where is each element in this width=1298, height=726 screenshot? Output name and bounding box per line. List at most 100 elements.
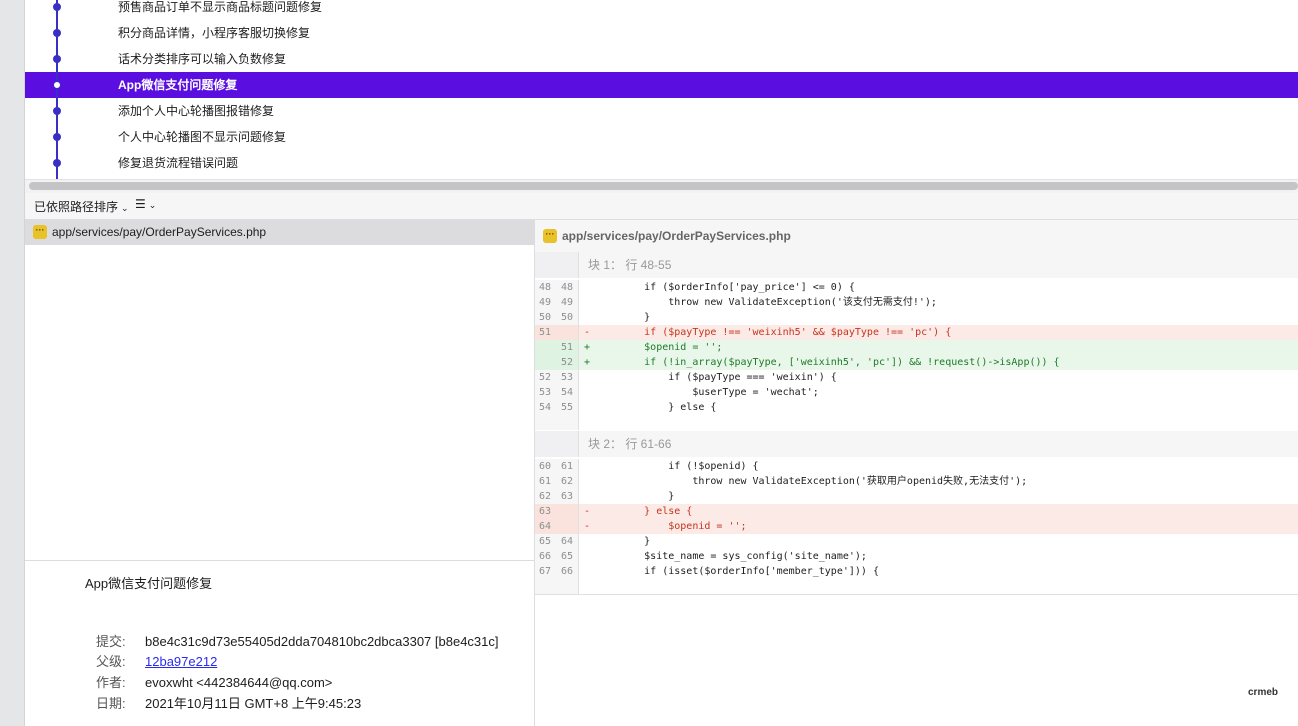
code-text: $openid = ''; — [596, 342, 723, 353]
new-line-number: 55 — [561, 402, 574, 413]
commit-node-icon — [53, 107, 61, 115]
commit-message: 积分商品详情，小程序客服切换修复 — [118, 26, 311, 40]
commit-row[interactable]: 预售商品订单不显示商品标题问题修复 — [25, 0, 1298, 20]
sort-by-path-button[interactable]: 已依照路径排序 ⌄ — [34, 198, 129, 215]
view-options-button[interactable]: ☰ ⌄ — [135, 197, 156, 211]
diff-line: 53 54 $userType = 'wechat'; — [535, 385, 1298, 400]
commit-row[interactable]: 个人中心轮播图不显示问题修复 — [25, 124, 1298, 150]
file-list-item[interactable]: ··· app/services/pay/OrderPayServices.ph… — [25, 220, 535, 245]
diff-line: 62 63 } — [535, 489, 1298, 504]
file-toolbar: 已依照路径排序 ⌄ ☰ ⌄ — [25, 193, 1298, 220]
new-line-number: 49 — [561, 297, 574, 308]
commit-label: 提交: — [96, 634, 126, 649]
diff-line: 61 62 throw new ValidateException('获取用户op… — [535, 474, 1298, 489]
new-line-number: 54 — [561, 387, 574, 398]
branch-graph-line — [56, 0, 58, 180]
file-path: app/services/pay/OrderPayServices.php — [52, 225, 267, 239]
code-text: if (isset($orderInfo['member_type'])) { — [596, 566, 879, 577]
code-text: } else { — [596, 506, 693, 517]
diff-sign: - — [584, 521, 591, 532]
new-line-number: 61 — [561, 461, 574, 472]
old-line-number: 61 — [539, 476, 552, 487]
commit-node-icon — [53, 3, 61, 11]
new-line-number: 53 — [561, 372, 574, 383]
modified-file-icon: ··· — [543, 229, 557, 243]
date-label: 日期: — [96, 696, 126, 711]
commit-list-scrollbar[interactable] — [29, 182, 1298, 190]
changed-files-list: ··· app/services/pay/OrderPayServices.ph… — [25, 220, 535, 560]
new-line-number: 65 — [561, 551, 574, 562]
code-text: } — [596, 312, 651, 323]
commit-row[interactable]: 话术分类排序可以输入负数修复 — [25, 46, 1298, 72]
author-row: 作者: evoxwht <442384644@qq.com> — [96, 672, 332, 691]
hunk-title: 块 2： 行 61-66 — [588, 437, 672, 451]
old-line-number: 62 — [539, 491, 552, 502]
commit-row[interactable]: 添加个人中心轮播图报错修复 — [25, 98, 1298, 124]
commit-message: 话术分类排序可以输入负数修复 — [118, 52, 287, 66]
code-text: if (!$openid) { — [596, 461, 759, 472]
commit-node-icon — [53, 81, 61, 89]
old-line-number: 54 — [539, 402, 552, 413]
date-value: 2021年10月11日 GMT+8 上午9:45:23 — [145, 696, 362, 711]
code-text: if ($orderInfo['pay_price'] <= 0) { — [596, 282, 855, 293]
commit-hash-row: 提交: b8e4c31c9d73e55405d2dda704810bc2dbca3… — [96, 631, 499, 650]
parent-label: 父级: — [96, 654, 126, 669]
diff-line: 49 49 throw new ValidateException('该支付无需支… — [535, 295, 1298, 310]
hunk-spacer — [535, 415, 1298, 430]
commit-message: 个人中心轮播图不显示问题修复 — [118, 130, 287, 144]
commit-history-list: 预售商品订单不显示商品标题问题修复积分商品详情，小程序客服切换修复 话术分类排序可… — [25, 0, 1298, 180]
app-window: 预售商品订单不显示商品标题问题修复积分商品详情，小程序客服切换修复 话术分类排序可… — [0, 0, 1298, 726]
diff-sign: - — [584, 506, 591, 517]
diff-line: 60 61 if (!$openid) { — [535, 459, 1298, 474]
new-line-number: 62 — [561, 476, 574, 487]
hunk-header: 块 2： 行 61-66 — [535, 431, 1298, 457]
old-line-number: 53 — [539, 387, 552, 398]
diff-sign: - — [584, 327, 591, 338]
old-line-number: 67 — [539, 566, 552, 577]
watermark-logo: crmeb — [1247, 687, 1278, 698]
old-line-number: 48 — [539, 282, 552, 293]
diff-line: 64 - $openid = ''; — [535, 519, 1298, 534]
commit-row[interactable]: 积分商品详情，小程序客服切换修复 — [25, 20, 1298, 46]
chevron-down-icon: ⌄ — [121, 203, 129, 213]
diff-line: 67 66 if (isset($orderInfo['member_type']… — [535, 564, 1298, 579]
old-line-number: 66 — [539, 551, 552, 562]
commit-message: 修复退货流程错误问题 — [118, 156, 239, 170]
diff-line: 63 - } else { — [535, 504, 1298, 519]
code-text: $site_name = sys_config('site_name'); — [596, 551, 867, 562]
diff-line: 54 55 } else { — [535, 400, 1298, 415]
new-line-number: 50 — [561, 312, 574, 323]
diff-sign: + — [584, 357, 591, 368]
chevron-down-icon: ⌄ — [148, 200, 157, 210]
diff-line: 52 53 if ($payType === 'weixin') { — [535, 370, 1298, 385]
new-line-number: 48 — [561, 282, 574, 293]
commit-node-icon — [53, 133, 61, 141]
author-label: 作者: — [96, 675, 126, 690]
new-line-number: 51 — [561, 342, 574, 353]
code-text: $userType = 'wechat'; — [596, 387, 819, 398]
old-line-number: 65 — [539, 536, 552, 547]
diff-line: 52 + if (!in_array($payType, ['weixinh5',… — [535, 355, 1298, 370]
code-text: throw new ValidateException('获取用户openid失… — [596, 476, 1028, 487]
commit-subject: App微信支付问题修复 — [85, 576, 213, 591]
code-text: if (!in_array($payType, ['weixinh5', 'pc… — [596, 357, 1060, 368]
old-line-number: 51 — [539, 327, 552, 338]
sort-label: 已依照路径排序 — [34, 200, 119, 214]
code-text: throw new ValidateException('该支付无需支付!'); — [596, 297, 937, 308]
commit-details: App微信支付问题修复 提交: b8e4c31c9d73e55405d2dda70… — [25, 560, 535, 726]
diff-line: 66 65 $site_name = sys_config('site_name'… — [535, 549, 1298, 564]
parent-commit-link[interactable]: 12ba97e212 — [145, 654, 217, 669]
new-line-number: 52 — [561, 357, 574, 368]
commit-node-icon — [53, 29, 61, 37]
code-text: $openid = ''; — [596, 521, 747, 532]
commit-row[interactable]: App微信支付问题修复 — [25, 72, 1298, 98]
parent-row: 父级: 12ba97e212 — [96, 651, 217, 670]
diff-viewer: ··· app/services/pay/OrderPayServices.ph… — [535, 220, 1298, 726]
commit-node-icon — [53, 159, 61, 167]
commit-row[interactable]: 修复退货流程错误问题 — [25, 150, 1298, 176]
hunk-header: 块 1： 行 48-55 — [535, 252, 1298, 278]
left-sidebar-strip — [0, 0, 25, 726]
diff-line: 48 48 if ($orderInfo['pay_price'] <= 0) { — [535, 280, 1298, 295]
diff-line: 51 + $openid = ''; — [535, 340, 1298, 355]
diff-line: 51 - if ($payType !== 'weixinh5' && $payT… — [535, 325, 1298, 340]
